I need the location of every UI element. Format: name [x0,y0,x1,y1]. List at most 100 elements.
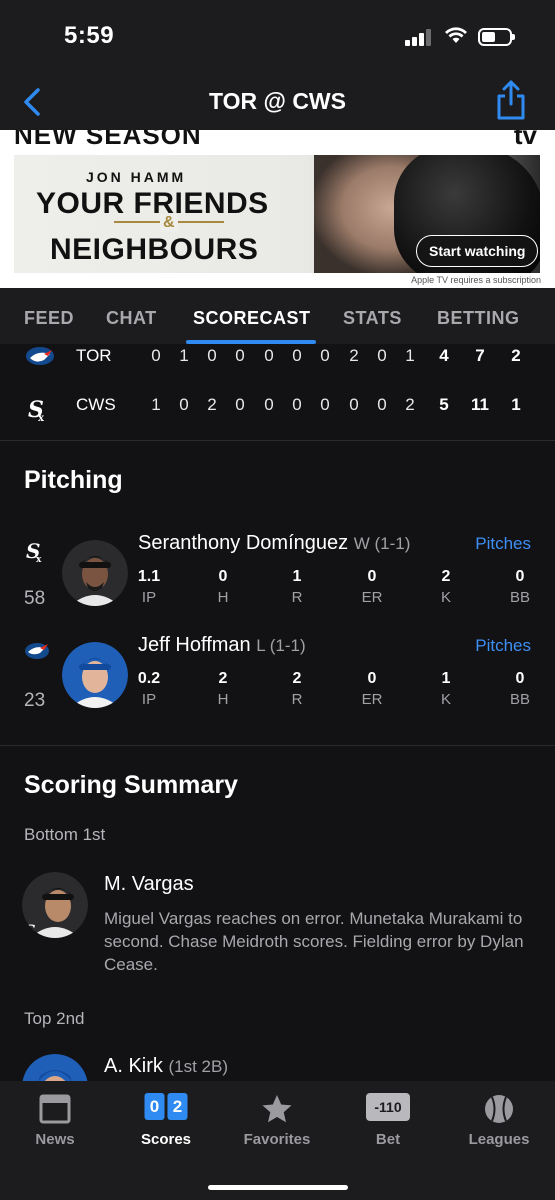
ad-brand-logo: tv [513,130,537,150]
inning-score: 0 [207,346,217,365]
section-divider [0,440,555,441]
player-avatar[interactable]: S [22,872,88,938]
tab-favorites[interactable]: Favorites [222,1081,332,1161]
game-tabs: FEED CHAT SCORECAST STATS BETTING [0,288,555,344]
linescore-row-home: S x CWS 1 0 2 0 0 0 0 0 0 2 5 11 1 [0,393,555,433]
bottom-tab-bar: News 0 2 Scores Favorites -110 Bet Leagu… [0,1081,555,1200]
scoring-player-name[interactable]: M. Vargas [104,873,194,896]
stat-ip: 1.1 IP [124,568,174,606]
inning-score: 2 [349,346,359,365]
home-indicator [207,1185,348,1190]
navigation-bar: TOR @ CWS [0,74,555,130]
tab-leagues[interactable]: Leagues [444,1081,554,1161]
inning-score: 0 [179,395,189,414]
stat-k: 2K [421,568,471,606]
page-title: TOR @ CWS [208,88,346,114]
stat-value: 0 [515,670,525,687]
stat-h: 2H [198,670,248,708]
stat-label: ER [361,691,383,708]
stat-label: H [217,691,229,708]
stat-value: 1 [292,568,302,585]
stat-value: 1 [441,670,451,687]
baseball-icon [485,1095,513,1123]
tab-label: Bet [375,1131,401,1148]
stat-er: 0 ER [347,568,397,606]
scoring-player-name-text: A. Kirk [104,1055,163,1077]
pitcher-name-text: Seranthony Domínguez [138,532,349,554]
tab-stats[interactable]: STATS [343,308,402,329]
tab-betting[interactable]: BETTING [437,308,520,329]
inning-score: 1 [405,346,415,365]
pitcher-row[interactable]: 23 Jeff Hoffman L (1-1) Pitches 0.2 IP 2H… [0,630,555,726]
stat-bb: 0 BB [495,670,545,708]
share-icon[interactable] [494,78,528,122]
inning-score: 0 [320,395,330,414]
stat-r: 2R [272,670,322,708]
inning-score: 0 [292,346,302,365]
inning-score: 0 [264,395,274,414]
pitches-link[interactable]: Pitches [475,534,531,554]
pitcher-row[interactable]: S x 58 Seranthony Domínguez W (1-1) Pitc… [0,528,555,624]
stat-value: 2 [441,568,451,585]
stat-er: 0 ER [347,670,397,708]
blue-jays-logo-icon [26,347,54,365]
tab-scorecast[interactable]: SCORECAST [193,308,311,329]
start-watching-button[interactable]: Start watching [416,235,539,267]
score-digit: 2 [167,1093,188,1120]
stat-label: IP [141,589,157,606]
wifi-icon [445,27,467,43]
stat-value: 0 [218,568,228,585]
pitches-link[interactable]: Pitches [475,636,531,656]
stat-value: 1.1 [137,568,161,585]
tab-news[interactable]: News [0,1081,110,1161]
stat-label: ER [361,589,383,606]
tab-feed[interactable]: FEED [24,308,74,329]
inning-label: Bottom 1st [24,825,106,844]
pitcher-decision: W (1-1) [353,534,411,553]
ad-actor-name: JON HAMM [86,169,187,185]
inning-score: 0 [235,346,245,365]
stat-label: IP [141,691,157,708]
player-avatar [62,540,128,606]
jersey-number: 23 [24,690,46,711]
status-bar: 5:59 [0,0,555,74]
team-abbr: CWS [76,395,116,414]
pitcher-name-text: Jeff Hoffman [138,634,251,656]
inning-score: 0 [292,395,302,414]
stat-value: 2 [218,670,228,687]
stat-label: K [440,589,451,606]
inning-score: 0 [151,346,161,365]
errors-total: 1 [511,395,521,414]
stat-value: 0 [515,568,525,585]
advertisement-banner[interactable]: NEW SEASON tv JON HAMM YOUR FRIENDS & NE… [0,130,555,288]
stat-label: R [291,691,303,708]
pitcher-decision: L (1-1) [256,636,306,655]
tab-bet[interactable]: -110 Bet [333,1081,443,1161]
ad-headline-1: YOUR FRIENDS [36,187,269,220]
tab-label: Favorites [243,1131,311,1148]
scoring-summary-title: Scoring Summary [24,771,238,799]
linescore: TOR 0 1 0 0 0 0 0 2 0 1 4 7 2 S x CWS 1 … [0,344,555,440]
stat-value: 2 [292,670,302,687]
score-digit: 0 [144,1093,165,1120]
team-abbr: TOR [76,346,112,365]
svg-text:x: x [38,413,45,423]
stat-label: H [217,589,229,606]
scoring-player-name[interactable]: A. Kirk (1st 2B) [104,1055,228,1078]
inning-score: 0 [320,346,330,365]
stat-value: 0.2 [137,670,161,687]
section-divider [0,745,555,746]
ad-top-text: NEW SEASON [14,130,202,150]
stat-label: BB [509,691,530,708]
ad-headline-2: NEIGHBOURS [50,233,259,266]
white-sox-logo-icon: S x [26,539,42,564]
inning-score: 1 [179,346,189,365]
pitcher-name: Seranthony Domínguez W (1-1) [138,532,410,555]
tab-scores[interactable]: 0 2 Scores [111,1081,221,1161]
ad-image: JON HAMM YOUR FRIENDS & NEIGHBOURS Start… [14,155,540,273]
battery-icon [478,28,515,46]
tab-chat[interactable]: CHAT [106,308,157,329]
inning-score: 2 [207,395,217,414]
ad-disclaimer: Apple TV requires a subscription [411,275,541,285]
star-icon [262,1095,292,1123]
